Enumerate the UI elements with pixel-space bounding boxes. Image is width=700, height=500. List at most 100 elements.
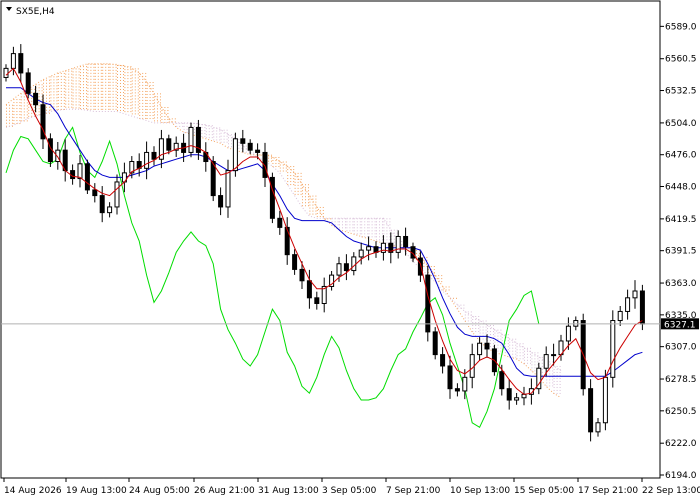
cloud-dot	[9, 113, 10, 115]
cloud-dot	[515, 350, 517, 352]
cloud-dot	[231, 146, 232, 148]
cloud-dot	[146, 112, 148, 114]
cloud-dot	[534, 370, 536, 372]
cloud-dot	[127, 96, 129, 98]
cloud-dot	[115, 84, 117, 86]
cloud-dot	[108, 90, 110, 92]
cloud-dot	[478, 327, 480, 329]
cloud-dot	[108, 69, 110, 71]
cloud-dot	[312, 213, 314, 215]
cloud-dot	[127, 72, 129, 74]
cloud-dot	[345, 221, 346, 223]
cloud-dot	[500, 329, 502, 331]
cloud-dot	[86, 90, 87, 92]
cloud-dot	[279, 164, 281, 166]
cloud-dot	[382, 221, 383, 223]
cloud-dot	[124, 87, 126, 89]
cloud-dot	[485, 338, 487, 340]
cloud-dot	[308, 205, 309, 207]
cloud-dot	[123, 73, 124, 75]
cloud-dot	[164, 116, 166, 117]
cloud-dot	[208, 128, 210, 130]
cloud-dot	[9, 104, 10, 106]
cloud-dot	[268, 160, 269, 162]
cloud-dot	[211, 137, 213, 139]
cloud-dot	[63, 96, 65, 98]
cloud-dot	[108, 102, 110, 104]
cloud-dot	[531, 370, 533, 372]
cloud-dot	[127, 84, 129, 86]
cloud-dot	[28, 106, 30, 108]
cloud-dot	[130, 78, 132, 80]
cloud-dot	[137, 68, 139, 70]
cloud-dot	[60, 99, 62, 101]
cloud-dot	[102, 96, 104, 98]
cloud-dot	[359, 218, 361, 220]
cloud-dot	[65, 100, 67, 102]
y-tick-label: 6589.0	[665, 22, 697, 32]
cloud-dot	[6, 116, 7, 118]
cloud-dot	[93, 72, 95, 74]
cloud-dot	[339, 227, 340, 229]
cloud-dot	[345, 227, 346, 229]
cloud-dot	[416, 256, 417, 258]
cloud-dot	[371, 233, 373, 235]
cloud-dot	[9, 110, 10, 112]
cloud-dot	[75, 68, 77, 70]
cloud-dot	[137, 107, 139, 109]
cloud-dot	[57, 99, 59, 101]
cloud-dot	[342, 224, 343, 226]
cloud-dot	[130, 102, 132, 104]
cloud-dot	[12, 119, 13, 121]
cloud-dot	[423, 259, 425, 261]
cloud-dot	[102, 102, 104, 104]
cloud-dot	[478, 324, 480, 326]
cloud-dot	[552, 361, 554, 363]
cloud-dot	[507, 346, 509, 348]
cloud-dot	[100, 99, 102, 101]
cloud-dot	[161, 113, 163, 114]
cloud-dot	[167, 107, 169, 108]
cloud-dot	[137, 95, 139, 97]
cloud-dot	[448, 289, 450, 291]
cloud-dot	[6, 110, 7, 112]
cloud-dot	[109, 102, 111, 104]
cloud-dot	[308, 187, 309, 189]
cloud-dot	[339, 218, 340, 220]
cloud-dot	[160, 105, 161, 107]
cloud-dot	[97, 69, 99, 71]
cloud-dot	[541, 362, 543, 364]
cloud-dot	[271, 160, 272, 162]
cloud-dot	[315, 213, 317, 215]
cloud-dot	[553, 389, 555, 391]
cloud-dot	[231, 137, 232, 139]
cloud-dot	[134, 98, 136, 100]
cloud-dot	[105, 69, 107, 71]
cloud-dot	[337, 224, 339, 226]
candle-body-bear	[84, 163, 90, 191]
cloud-dot	[105, 105, 107, 107]
candle-body-bull	[469, 354, 475, 378]
cloud-dot	[50, 94, 52, 96]
cloud-dot	[137, 74, 139, 76]
cloud-dot	[137, 77, 139, 79]
cloud-dot	[83, 90, 84, 92]
cloud-dot	[290, 172, 292, 174]
cloud-dot	[53, 100, 55, 102]
cloud-dot	[367, 224, 369, 226]
cloud-dot	[123, 76, 124, 78]
cloud-dot	[154, 96, 155, 98]
candle-body-bear	[255, 149, 261, 153]
cloud-dot	[152, 115, 154, 117]
cloud-dot	[433, 269, 435, 271]
cloud-dot	[485, 329, 487, 331]
candle-body-bull	[617, 310, 623, 322]
cloud-dot	[512, 338, 514, 340]
cloud-dot	[65, 97, 67, 99]
cloud-dot	[6, 119, 7, 121]
cloud-dot	[80, 99, 81, 101]
cloud-dot	[509, 341, 511, 343]
cloud-dot	[71, 97, 73, 99]
cloud-dot	[157, 108, 158, 110]
cloud-dot	[386, 233, 388, 235]
